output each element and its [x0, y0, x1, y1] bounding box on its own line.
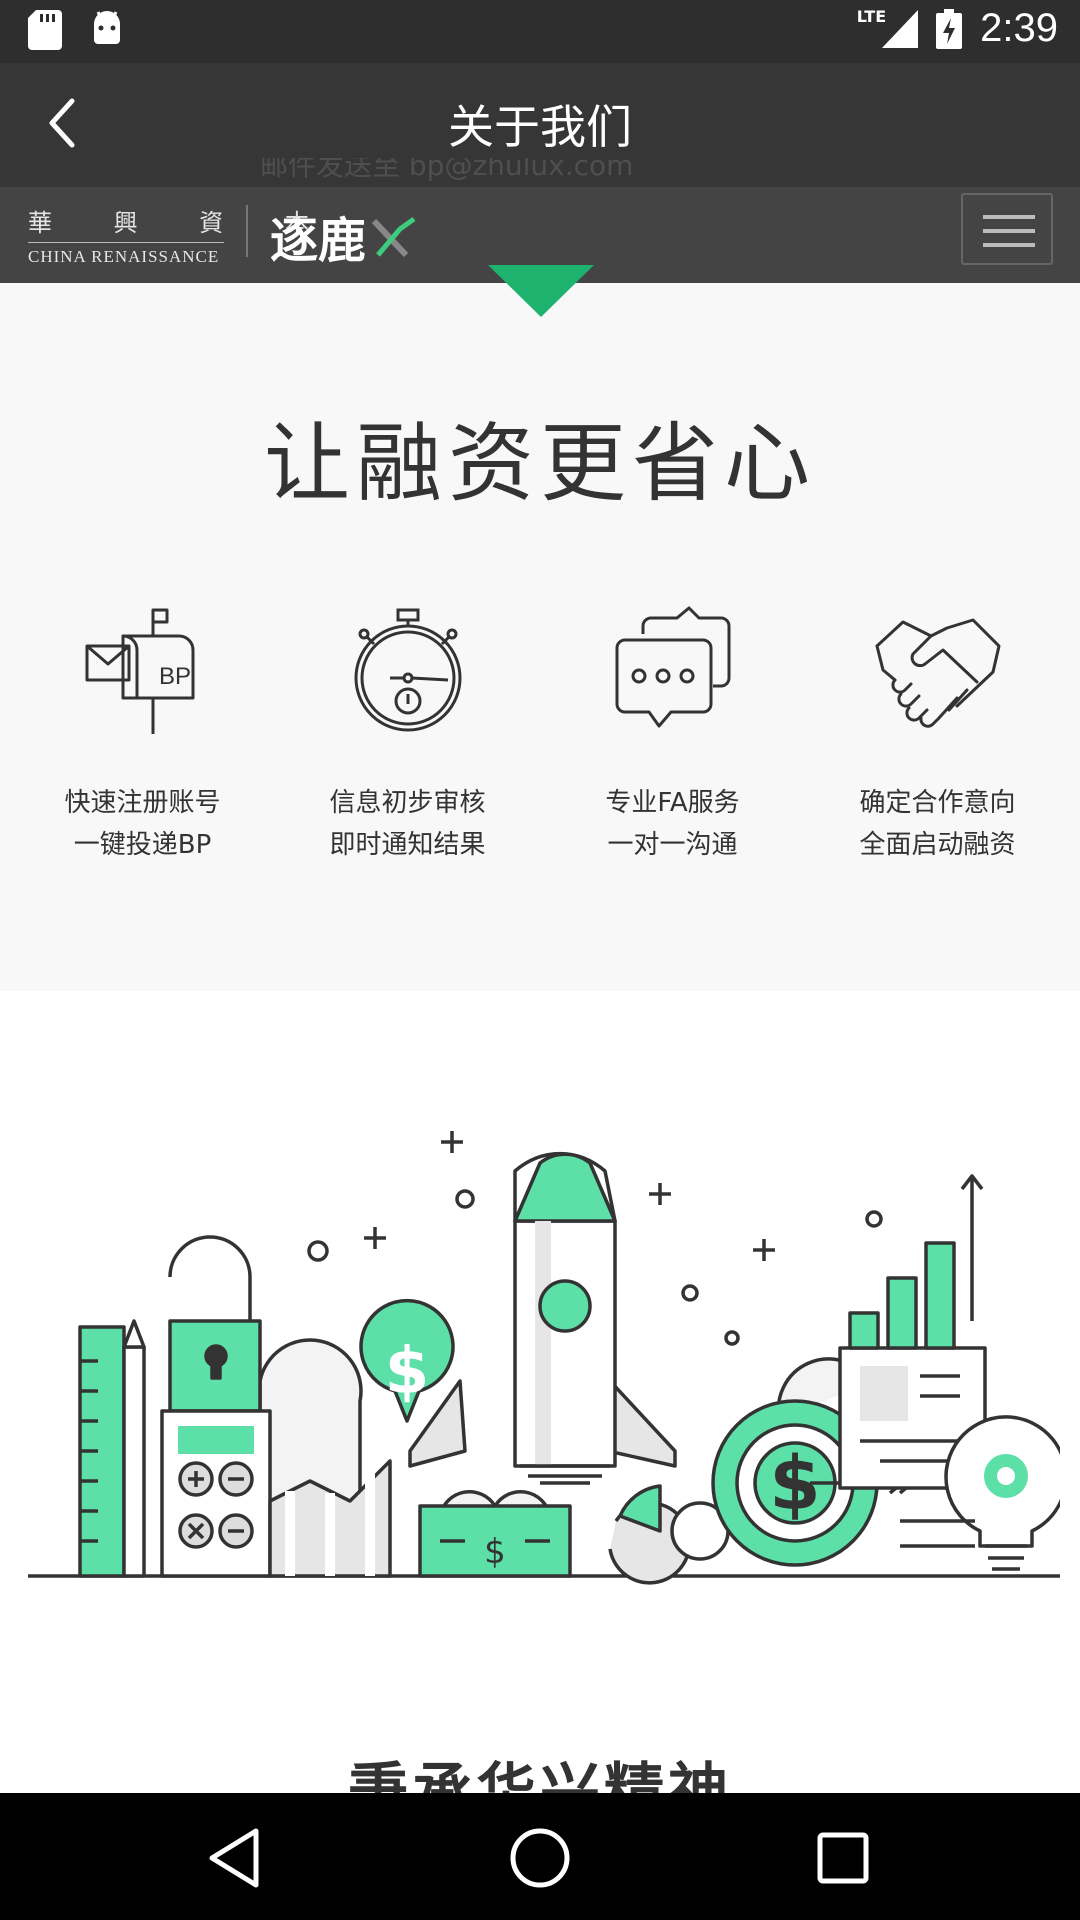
- nav-recents-icon[interactable]: [808, 1823, 878, 1893]
- menu-bar-top: [983, 215, 1035, 219]
- system-navigation-bar: [0, 1793, 1080, 1920]
- feature-line-1: 信息初步审核: [329, 788, 486, 818]
- feature-line-2: 全面启动融资: [859, 830, 1016, 860]
- feature-line-1: 快速注册账号: [64, 788, 221, 818]
- feature-line-2: 即时通知结果: [329, 830, 486, 860]
- section-headline: 让融资更省心: [264, 414, 816, 514]
- zhulu-x-icon: [371, 216, 416, 257]
- zhulu-logo-text: 逐鹿: [270, 213, 367, 269]
- section-pointer-triangle: [488, 265, 594, 317]
- illustration-section: $ $ $ 秉承华兴精神: [0, 991, 1080, 1827]
- mailbox-bp-icon: BP: [85, 608, 194, 734]
- signal-icon: [882, 9, 919, 48]
- clock: 2:39: [980, 6, 1058, 50]
- bp-label: BP: [159, 663, 191, 690]
- cr-logo-chinese: 華 興 資 本: [28, 209, 336, 237]
- battery-charging-icon: [936, 8, 963, 49]
- cr-logo-rule: [28, 242, 224, 243]
- intro-section: 让融资更省心 BP 快速注册账号 一键投递BP 信息初步审核 即时通知结果 专业…: [0, 283, 1080, 991]
- menu-bar-bottom: [983, 243, 1035, 247]
- feature-item: 专业FA服务 一对一沟通: [540, 603, 805, 866]
- sd-card-icon: [28, 10, 62, 50]
- feature-line-1: 确定合作意向: [859, 788, 1016, 818]
- feature-line-1: 专业FA服务: [605, 788, 740, 818]
- nav-home-icon[interactable]: [505, 1823, 575, 1893]
- feature-item: BP 快速注册账号 一键投递BP: [10, 603, 275, 866]
- cr-logo-english: CHINA RENAISSANCE: [28, 247, 220, 266]
- android-icon: [94, 11, 120, 44]
- network-type-label: LTE: [856, 7, 887, 26]
- chat-bubbles-icon: [615, 606, 730, 727]
- handshake-icon: [875, 618, 1000, 728]
- feature-line-2: 一键投递BP: [73, 830, 212, 860]
- china-renaissance-logo[interactable]: 華 興 資 本 CHINA RENAISSANCE: [28, 203, 336, 267]
- feature-item: 信息初步审核 即时通知结果: [275, 603, 540, 866]
- email-hint-text: 邮件发送至 bp@zhulux.com: [260, 158, 634, 182]
- feature-line-2: 一对一沟通: [607, 830, 738, 860]
- stopwatch-icon: [354, 608, 461, 731]
- logo-divider: [246, 205, 248, 257]
- startup-growth-illustration: $ $ $: [28, 1131, 1060, 1585]
- feature-item: 确定合作意向 全面启动融资: [805, 603, 1070, 866]
- zhulu-logo[interactable]: 逐鹿: [270, 201, 416, 271]
- hamburger-menu-button[interactable]: [961, 193, 1053, 265]
- menu-bar-middle: [983, 229, 1035, 233]
- svg-text:$: $: [484, 1532, 506, 1572]
- feature-list: BP 快速注册账号 一键投递BP 信息初步审核 即时通知结果 专业FA服务 一对…: [10, 603, 1070, 866]
- nav-back-icon[interactable]: [200, 1823, 270, 1893]
- page-title: 关于我们: [448, 100, 632, 154]
- svg-text:$: $: [385, 1335, 430, 1409]
- status-bar: LTE 2:39: [0, 0, 1080, 63]
